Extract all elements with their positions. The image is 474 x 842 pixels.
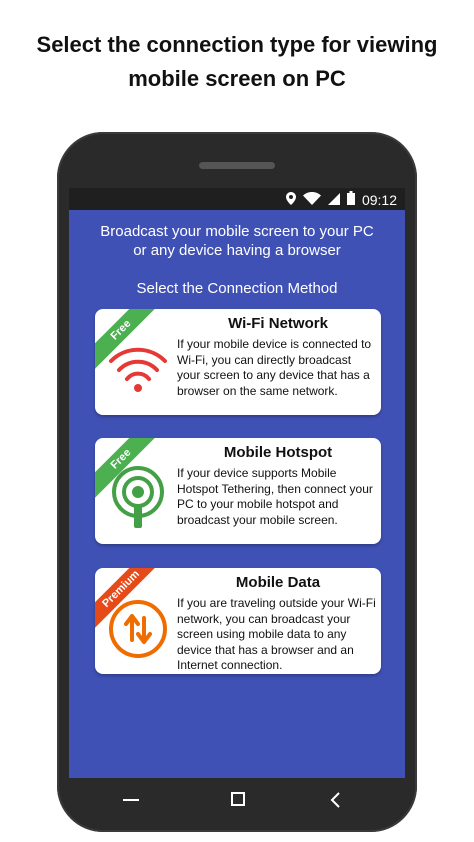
card-description: If your mobile device is connected to Wi… [177, 337, 372, 398]
mobile-data-card[interactable]: Premium Mobile Data If you are traveling… [95, 568, 381, 674]
mobile-hotspot-card[interactable]: Free Mobile Hotspot If your device suppo… [95, 438, 381, 544]
headline-line-1: Select the connection type for viewing [36, 32, 438, 57]
card-title: Wi-Fi Network [228, 315, 328, 332]
battery-icon [346, 191, 355, 208]
data-transfer-icon [105, 594, 171, 660]
phone-screen: 09:12 Broadcast your mobile screen to yo… [69, 188, 405, 778]
wifi-network-card[interactable]: Free Wi-Fi Network If your mobile device… [95, 309, 381, 415]
card-description: If you are traveling outside your Wi-Fi … [177, 596, 376, 672]
wifi-icon [105, 335, 171, 401]
phone-frame: 09:12 Broadcast your mobile screen to yo… [57, 132, 417, 832]
signal-icon [327, 192, 340, 208]
phone-speaker [199, 162, 275, 169]
intro-text: Broadcast your mobile screen to your PC … [69, 222, 405, 260]
hotspot-icon [105, 464, 171, 530]
wifi-icon [302, 191, 321, 208]
back-button[interactable] [329, 792, 341, 813]
recents-button[interactable] [123, 792, 139, 813]
headline-line-2: mobile screen on PC [128, 66, 346, 91]
navigation-bar [57, 778, 417, 832]
headline: Select the connection type for viewing m… [0, 28, 474, 96]
intro-line-1: Broadcast your mobile screen to your PC [100, 223, 374, 240]
location-icon [285, 191, 296, 208]
status-bar: 09:12 [69, 188, 405, 210]
card-title: Mobile Hotspot [223, 444, 333, 461]
home-button[interactable] [231, 792, 245, 811]
status-time: 09:12 [361, 191, 397, 208]
section-title: Select the Connection Method [136, 280, 338, 297]
card-description: If your device supports Mobile Hotspot T… [177, 466, 373, 527]
intro-line-2: or any device having a browser [133, 242, 341, 259]
card-title: Mobile Data [235, 574, 321, 591]
